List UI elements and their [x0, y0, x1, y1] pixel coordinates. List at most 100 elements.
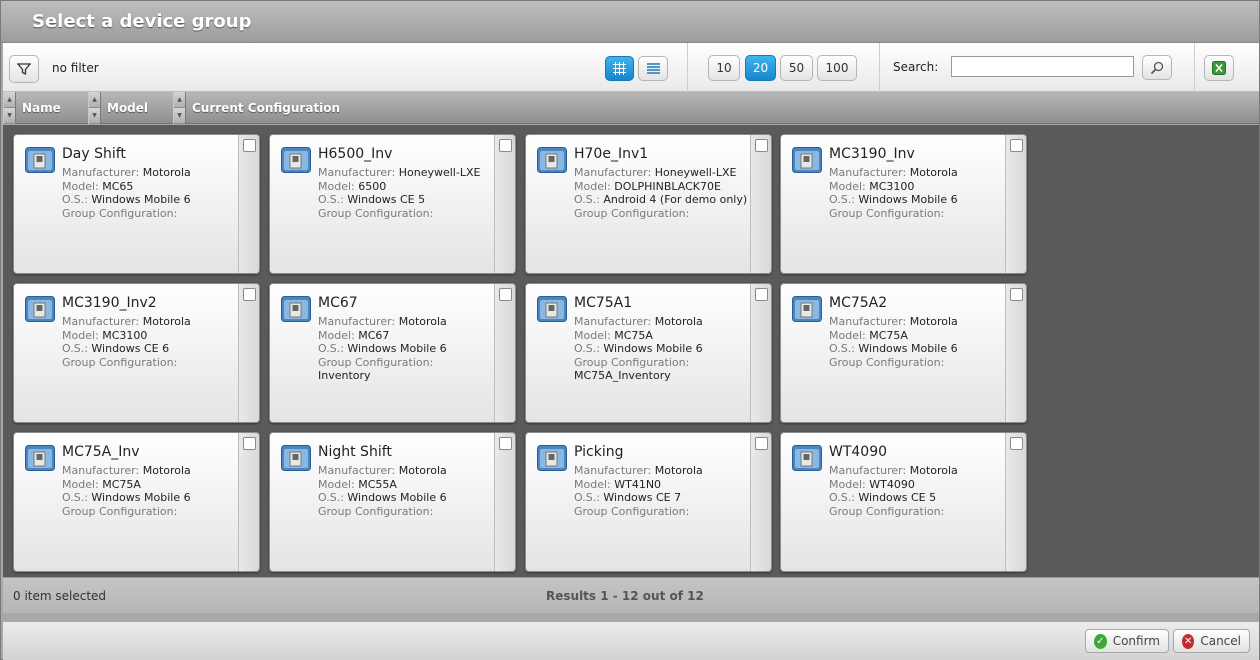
select-checkbox[interactable] — [499, 288, 512, 301]
column-header-model[interactable]: ▲ ▼ Model — [88, 92, 174, 124]
column-header-bar: ▲ ▼ Name ▲ ▼ Model ▲ ▼ Current Configuratio… — [3, 92, 1259, 124]
os-row: O.S.: Windows Mobile 6 — [318, 342, 496, 356]
model-label: Model: — [62, 477, 99, 491]
card-select-strip[interactable] — [1005, 433, 1026, 571]
selection-count: 0 item selected — [13, 589, 107, 603]
card-select-strip[interactable] — [494, 284, 515, 422]
export-excel-button[interactable] — [1204, 55, 1234, 81]
model-row: Model: WT4090 — [829, 478, 1007, 492]
card-select-strip[interactable] — [750, 433, 771, 571]
toolbar-separator — [1194, 43, 1195, 92]
device-group-card[interactable]: MC67 Manufacturer: Motorola Model: MC67 … — [269, 283, 516, 423]
select-checkbox[interactable] — [243, 288, 256, 301]
card-select-strip[interactable] — [1005, 284, 1026, 422]
os-label: O.S.: — [574, 193, 600, 206]
group-config-row: Group Configuration: — [62, 207, 240, 221]
card-select-strip[interactable] — [238, 135, 259, 273]
column-header-configuration[interactable]: ▲ ▼ Current Configuration — [173, 92, 473, 124]
column-configuration-label: Current Configuration — [192, 101, 341, 115]
device-group-card[interactable]: MC75A_Inv Manufacturer: Motorola Model: … — [13, 432, 260, 572]
manufacturer-row: Manufacturer: Motorola — [62, 166, 240, 180]
confirm-button[interactable]: ✓ Confirm — [1085, 629, 1169, 653]
group-config-label: Group Configuration: — [318, 504, 434, 518]
group-config-row: Group Configuration: — [62, 505, 240, 519]
sort-control[interactable]: ▲ ▼ — [88, 92, 101, 124]
os-row: O.S.: Windows Mobile 6 — [318, 491, 496, 505]
card-select-strip[interactable] — [238, 433, 259, 571]
group-config-row: Group Configuration: — [318, 356, 496, 370]
model-value: MC3100 — [102, 328, 148, 342]
device-group-icon — [792, 147, 822, 173]
select-checkbox[interactable] — [1010, 288, 1023, 301]
column-header-name[interactable]: ▲ ▼ Name — [3, 92, 89, 124]
card-select-strip[interactable] — [494, 433, 515, 571]
page-size-100[interactable]: 100 — [817, 55, 857, 81]
select-checkbox[interactable] — [755, 288, 768, 301]
search-input[interactable] — [951, 56, 1134, 77]
grid-view-button[interactable] — [605, 56, 634, 81]
device-group-card[interactable]: MC75A2 Manufacturer: Motorola Model: MC7… — [780, 283, 1027, 423]
page-size-50[interactable]: 50 — [780, 55, 813, 81]
device-group-card[interactable]: Picking Manufacturer: Motorola Model: WT… — [525, 432, 772, 572]
card-select-strip[interactable] — [750, 284, 771, 422]
manufacturer-label: Manufacturer: — [829, 166, 907, 179]
device-group-name: MC3190_Inv2 — [62, 295, 157, 311]
sort-control[interactable]: ▲ ▼ — [173, 92, 186, 124]
results-summary: Results 1 - 12 out of 12 — [546, 589, 704, 603]
group-config-label: Group Configuration: — [829, 355, 945, 369]
page-size-20[interactable]: 20 — [745, 55, 776, 81]
toolbar-separator — [879, 43, 880, 92]
device-group-card[interactable]: Day Shift Manufacturer: Motorola Model: … — [13, 134, 260, 274]
card-select-strip[interactable] — [494, 135, 515, 273]
sort-down-icon: ▼ — [89, 108, 100, 124]
select-checkbox[interactable] — [755, 139, 768, 152]
select-checkbox[interactable] — [243, 437, 256, 450]
status-bar: 0 item selected Results 1 - 12 out of 12 — [3, 577, 1259, 613]
manufacturer-row: Manufacturer: Motorola — [62, 315, 240, 329]
manufacturer-value: Honeywell-LXE — [398, 166, 481, 179]
os-label: O.S.: — [574, 491, 600, 504]
page-size-10[interactable]: 10 — [708, 55, 740, 81]
os-label: O.S.: — [62, 193, 88, 206]
search-button[interactable] — [1142, 55, 1172, 80]
os-row: O.S.: Windows CE 6 — [62, 342, 240, 356]
search-label: Search: — [893, 60, 939, 74]
model-label: Model: — [574, 179, 611, 193]
device-group-card[interactable]: WT4090 Manufacturer: Motorola Model: WT4… — [780, 432, 1027, 572]
filter-icon — [17, 63, 31, 76]
card-select-strip[interactable] — [238, 284, 259, 422]
device-group-card[interactable]: H70e_Inv1 Manufacturer: Honeywell-LXE Mo… — [525, 134, 772, 274]
search-icon — [1150, 61, 1164, 74]
device-group-card[interactable]: H6500_Inv Manufacturer: Honeywell-LXE Mo… — [269, 134, 516, 274]
filter-button[interactable] — [9, 55, 39, 83]
card-select-strip[interactable] — [750, 135, 771, 273]
device-group-details: Manufacturer: Motorola Model: MC3100 O.S… — [829, 166, 1007, 220]
cancel-button[interactable]: ✕ Cancel — [1173, 629, 1250, 653]
model-row: Model: DOLPHINBLACK70E — [574, 180, 752, 194]
device-group-card[interactable]: MC75A1 Manufacturer: Motorola Model: MC7… — [525, 283, 772, 423]
select-checkbox[interactable] — [499, 139, 512, 152]
device-group-icon — [281, 296, 311, 322]
device-group-card[interactable]: MC3190_Inv Manufacturer: Motorola Model:… — [780, 134, 1027, 274]
select-checkbox[interactable] — [499, 437, 512, 450]
os-value: Windows CE 6 — [91, 342, 170, 355]
manufacturer-label: Manufacturer: — [574, 166, 652, 179]
card-select-strip[interactable] — [1005, 135, 1026, 273]
device-group-card[interactable]: MC3190_Inv2 Manufacturer: Motorola Model… — [13, 283, 260, 423]
model-value: MC55A — [358, 477, 397, 491]
select-checkbox[interactable] — [243, 139, 256, 152]
sort-control[interactable]: ▲ ▼ — [3, 92, 16, 124]
select-checkbox[interactable] — [755, 437, 768, 450]
device-group-icon — [792, 445, 822, 471]
model-row: Model: 6500 — [318, 180, 496, 194]
model-row: Model: MC75A — [574, 329, 752, 343]
dialog-titlebar: Select a device group — [1, 1, 1259, 43]
model-value: MC75A — [869, 328, 908, 342]
select-checkbox[interactable] — [1010, 437, 1023, 450]
confirm-label: Confirm — [1112, 634, 1160, 648]
manufacturer-row: Manufacturer: Motorola — [829, 464, 1007, 478]
list-view-button[interactable] — [638, 56, 668, 81]
select-checkbox[interactable] — [1010, 139, 1023, 152]
device-group-card[interactable]: Night Shift Manufacturer: Motorola Model… — [269, 432, 516, 572]
page-size-10-label: 10 — [716, 61, 732, 75]
